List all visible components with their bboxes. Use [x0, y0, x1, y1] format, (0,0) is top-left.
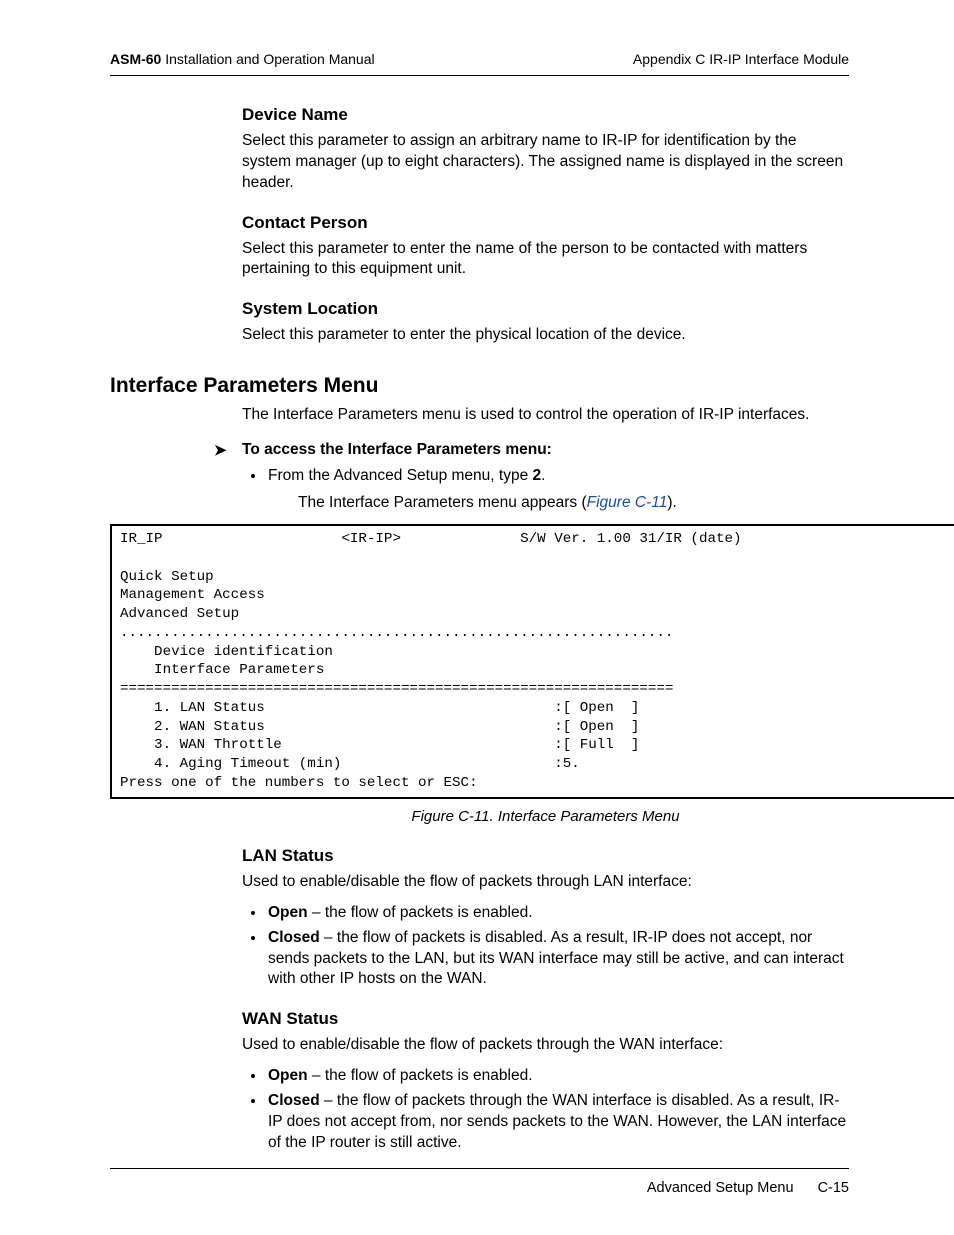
term-open: Open — [268, 1067, 308, 1084]
paragraph: Select this parameter to assign an arbit… — [242, 131, 849, 194]
running-footer: Advanced Setup Menu C-15 — [110, 1168, 849, 1199]
term-closed: Closed — [268, 1092, 320, 1109]
running-header: ASM-60 Installation and Operation Manual… — [110, 50, 849, 76]
result-suffix: ). — [667, 494, 676, 511]
header-right: Appendix C IR-IP Interface Module — [633, 50, 849, 69]
procedure-result: The Interface Parameters menu appears (F… — [298, 493, 849, 514]
result-prefix: The Interface Parameters menu appears ( — [298, 494, 587, 511]
heading-device-name: Device Name — [242, 104, 849, 127]
page: ASM-60 Installation and Operation Manual… — [0, 0, 954, 1235]
list-item: Open – the flow of packets is enabled. — [266, 1066, 849, 1087]
term-open-desc: – the flow of packets is enabled. — [308, 904, 533, 921]
figure-caption: Figure C-11. Interface Parameters Menu — [110, 807, 954, 827]
term-closed-desc: – the flow of packets is disabled. As a … — [268, 929, 844, 988]
list-item: From the Advanced Setup menu, type 2. — [266, 466, 849, 487]
footer-page-number: C-15 — [818, 1179, 849, 1199]
doc-title: Installation and Operation Manual — [165, 51, 374, 67]
paragraph: Used to enable/disable the flow of packe… — [242, 1035, 849, 1056]
paragraph: Select this parameter to enter the physi… — [242, 325, 849, 346]
term-closed-desc: – the flow of packets through the WAN in… — [268, 1092, 846, 1151]
header-left: ASM-60 Installation and Operation Manual — [110, 50, 375, 69]
heading-lan-status: LAN Status — [242, 845, 849, 868]
list-item: Open – the flow of packets is enabled. — [266, 903, 849, 924]
content-column: Device Name Select this parameter to ass… — [242, 104, 849, 1154]
term-closed: Closed — [268, 929, 320, 946]
procedure-title-text: To access the Interface Parameters menu: — [242, 441, 552, 458]
paragraph: Select this parameter to enter the name … — [242, 239, 849, 281]
lan-status-list: Open – the flow of packets is enabled. C… — [266, 903, 849, 991]
footer-section: Advanced Setup Menu — [647, 1179, 794, 1199]
heading-system-location: System Location — [242, 298, 849, 321]
product-code: ASM-60 — [110, 51, 161, 67]
procedure-steps: From the Advanced Setup menu, type 2. — [266, 466, 849, 487]
heading-interface-parameters-menu: Interface Parameters Menu — [110, 372, 849, 400]
list-item: Closed – the flow of packets is disabled… — [266, 928, 849, 991]
procedure-title: To access the Interface Parameters menu: — [242, 440, 849, 461]
terminal-screen: IR_IP <IR-IP> S/W Ver. 1.00 31/IR (date)… — [110, 524, 954, 798]
term-open-desc: – the flow of packets is enabled. — [308, 1067, 533, 1084]
heading-wan-status: WAN Status — [242, 1008, 849, 1031]
terminal-container: IR_IP <IR-IP> S/W Ver. 1.00 31/IR (date)… — [110, 524, 954, 798]
paragraph: Used to enable/disable the flow of packe… — [242, 872, 849, 893]
step-suffix: . — [541, 467, 545, 484]
step-key: 2 — [533, 467, 542, 484]
wan-status-list: Open – the flow of packets is enabled. C… — [266, 1066, 849, 1154]
list-item: Closed – the flow of packets through the… — [266, 1091, 849, 1154]
heading-contact-person: Contact Person — [242, 212, 849, 235]
paragraph: The Interface Parameters menu is used to… — [242, 405, 849, 426]
term-open: Open — [268, 904, 308, 921]
figure-link[interactable]: Figure C-11 — [587, 494, 668, 511]
step-text: From the Advanced Setup menu, type — [268, 467, 533, 484]
